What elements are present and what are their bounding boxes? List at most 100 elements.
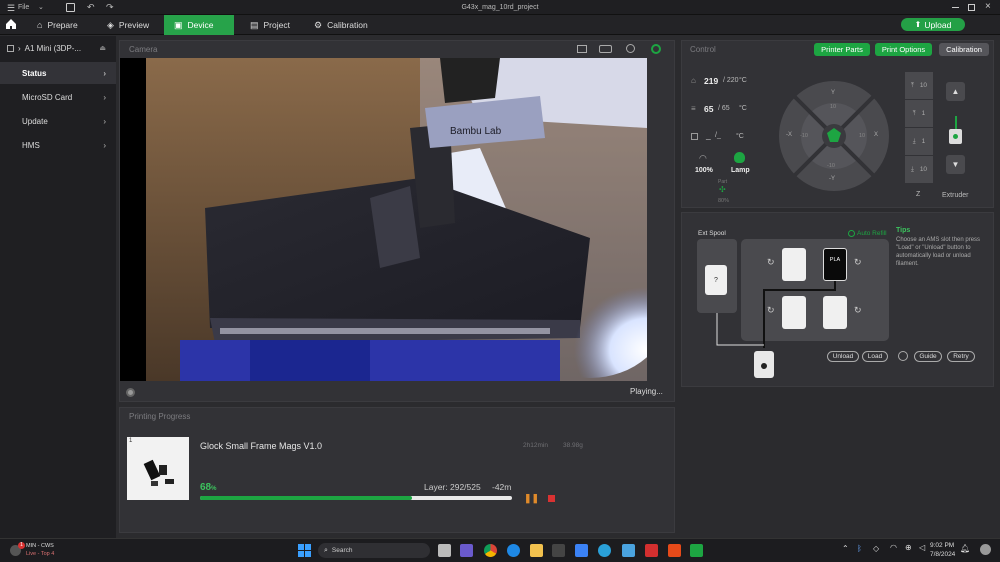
sidebar-item-label: Status <box>22 68 47 78</box>
close-icon[interactable]: × <box>985 1 991 12</box>
sd-card-icon[interactable] <box>577 45 587 53</box>
clock-date[interactable]: 7/8/2024 <box>930 551 955 558</box>
lamp-icon[interactable] <box>734 152 745 163</box>
start-icon <box>298 544 304 550</box>
extruder-down-button[interactable]: ▼ <box>946 155 965 174</box>
settings-gear-icon[interactable] <box>126 388 135 397</box>
sidebar-item-label: HMS <box>22 140 40 150</box>
tab-preview-label: Preview <box>118 20 150 30</box>
acrobat-icon[interactable] <box>645 544 658 557</box>
tab-calibration[interactable]: ⚙ Calibration <box>304 15 378 35</box>
refresh-app-icon[interactable] <box>598 544 611 557</box>
unload-button[interactable]: Unload <box>827 351 859 362</box>
device-selector[interactable]: › A1 Mini (3DP-... ⏏ <box>0 39 116 57</box>
chat-icon[interactable] <box>460 544 473 557</box>
bed-target[interactable]: / 65 <box>718 105 730 112</box>
hub-port <box>761 363 767 369</box>
sidebar-item-update[interactable]: Update › <box>0 110 116 132</box>
stop-icon[interactable] <box>548 495 555 502</box>
tab-prepare[interactable]: ⌂ Prepare <box>27 15 88 35</box>
tab-project[interactable]: ▤ Project <box>240 15 300 35</box>
tab-device[interactable]: ▣ Device <box>164 15 234 35</box>
restore-icon[interactable] <box>968 4 975 11</box>
office-icon[interactable] <box>668 544 681 557</box>
bluetooth-icon[interactable]: ᛒ <box>857 544 862 553</box>
extruder-up-button[interactable]: ▲ <box>946 82 965 101</box>
z-down-10[interactable]: ⤓ 10 <box>905 156 933 183</box>
jog-y-10[interactable]: -10 <box>827 163 835 169</box>
task-view-icon[interactable] <box>438 544 451 557</box>
tips-title: Tips <box>896 227 911 234</box>
pause-icon[interactable]: ❚❚ <box>524 493 539 504</box>
home-icon[interactable] <box>5 18 17 30</box>
progress-bar <box>200 496 512 500</box>
time-remaining: -42m <box>492 482 512 492</box>
fan-label: Part <box>718 179 728 185</box>
eject-icon[interactable]: ⏏ <box>99 44 106 52</box>
notification-line2: Live - Top 4 <box>26 551 55 557</box>
jog-x-plus[interactable]: X <box>874 132 878 138</box>
nozzle-icon: ⌂ <box>691 76 696 85</box>
nozzle-unit: °C <box>739 77 747 84</box>
network-icon[interactable]: ⊕ <box>905 543 912 552</box>
minimize-icon[interactable] <box>952 7 959 8</box>
live-toggle-icon[interactable] <box>651 44 661 54</box>
jog-x-minus[interactable]: -X <box>786 132 792 138</box>
speed-icon[interactable]: ◠ <box>699 153 707 164</box>
notifications-bell-icon[interactable]: 🔔︎ <box>960 544 970 553</box>
bambu-studio-icon[interactable] <box>690 544 703 557</box>
tray-chevron-icon[interactable]: ⌃ <box>842 544 849 553</box>
app-icon[interactable] <box>622 544 635 557</box>
jog-x10[interactable]: 10 <box>859 133 865 139</box>
guide-label: Guide <box>919 353 937 360</box>
sidebar-item-status[interactable]: Status › <box>0 62 116 84</box>
wifi-icon[interactable]: ◠ <box>890 543 897 552</box>
load-label: Load <box>867 353 883 360</box>
copilot-icon[interactable] <box>980 544 991 555</box>
progress-bar-fill <box>200 496 413 500</box>
print-options-button[interactable]: Print Options <box>875 43 932 56</box>
search-icon: ⌕ <box>324 546 328 554</box>
chrome-icon[interactable] <box>484 544 497 557</box>
jog-y-minus[interactable]: -Y <box>829 176 835 182</box>
notification-widget[interactable]: 1 MIN - CWS Live - Top 4 <box>6 542 86 560</box>
jog-y-plus[interactable]: Y <box>831 90 835 96</box>
camera-image: Bambu Lab <box>120 58 647 381</box>
dropbox-icon[interactable]: ◇ <box>873 544 879 553</box>
jog-y10[interactable]: 10 <box>830 104 836 110</box>
video-record-icon[interactable] <box>599 45 612 53</box>
nozzle-target[interactable]: / 220 <box>723 77 739 84</box>
z-up-10[interactable]: ⤒ 10 <box>905 72 933 99</box>
chevron-right-icon: › <box>103 140 106 150</box>
tab-prepare-label: Prepare <box>47 20 78 30</box>
z-up-1[interactable]: ⤒ 1 <box>905 100 933 127</box>
chevron-right-icon: › <box>103 68 106 78</box>
taskbar-search[interactable]: ⌕ Search <box>318 543 430 558</box>
start-button[interactable] <box>298 544 311 557</box>
tab-preview[interactable]: ◈ Preview <box>97 15 159 35</box>
printer-parts-button[interactable]: Printer Parts <box>814 43 870 56</box>
clock-time[interactable]: 9:02 PM <box>930 542 954 549</box>
terminal-icon[interactable] <box>552 544 565 557</box>
calibration-button[interactable]: Calibration <box>939 43 989 56</box>
ams-settings-icon[interactable] <box>898 351 908 361</box>
upload-button[interactable]: ⬆ Upload <box>901 18 965 31</box>
fan-icon[interactable]: ✣ <box>719 185 726 194</box>
camera-feed: Bambu Lab <box>120 58 647 381</box>
printing-progress-panel: Printing Progress 1 Glock Small Frame Ma… <box>119 407 675 533</box>
file-explorer-icon[interactable] <box>530 544 543 557</box>
guide-button[interactable]: Guide <box>914 351 942 362</box>
z-down-1[interactable]: ⤓ 1 <box>905 128 933 155</box>
webcam-icon[interactable] <box>626 44 635 53</box>
arrow-down-icon: ⤓ <box>910 165 914 173</box>
load-button[interactable]: Load <box>862 351 888 362</box>
sidebar-item-hms[interactable]: HMS › <box>0 134 116 156</box>
sidebar-item-microsd[interactable]: MicroSD Card › <box>0 86 116 108</box>
filament-line <box>955 116 957 129</box>
jog-x-10[interactable]: -10 <box>800 133 808 139</box>
retry-button[interactable]: Retry <box>947 351 975 362</box>
volume-icon[interactable]: ◁ <box>919 543 925 552</box>
edge-icon[interactable] <box>507 544 520 557</box>
chevron-right-icon: › <box>103 116 106 126</box>
store-icon[interactable] <box>575 544 588 557</box>
